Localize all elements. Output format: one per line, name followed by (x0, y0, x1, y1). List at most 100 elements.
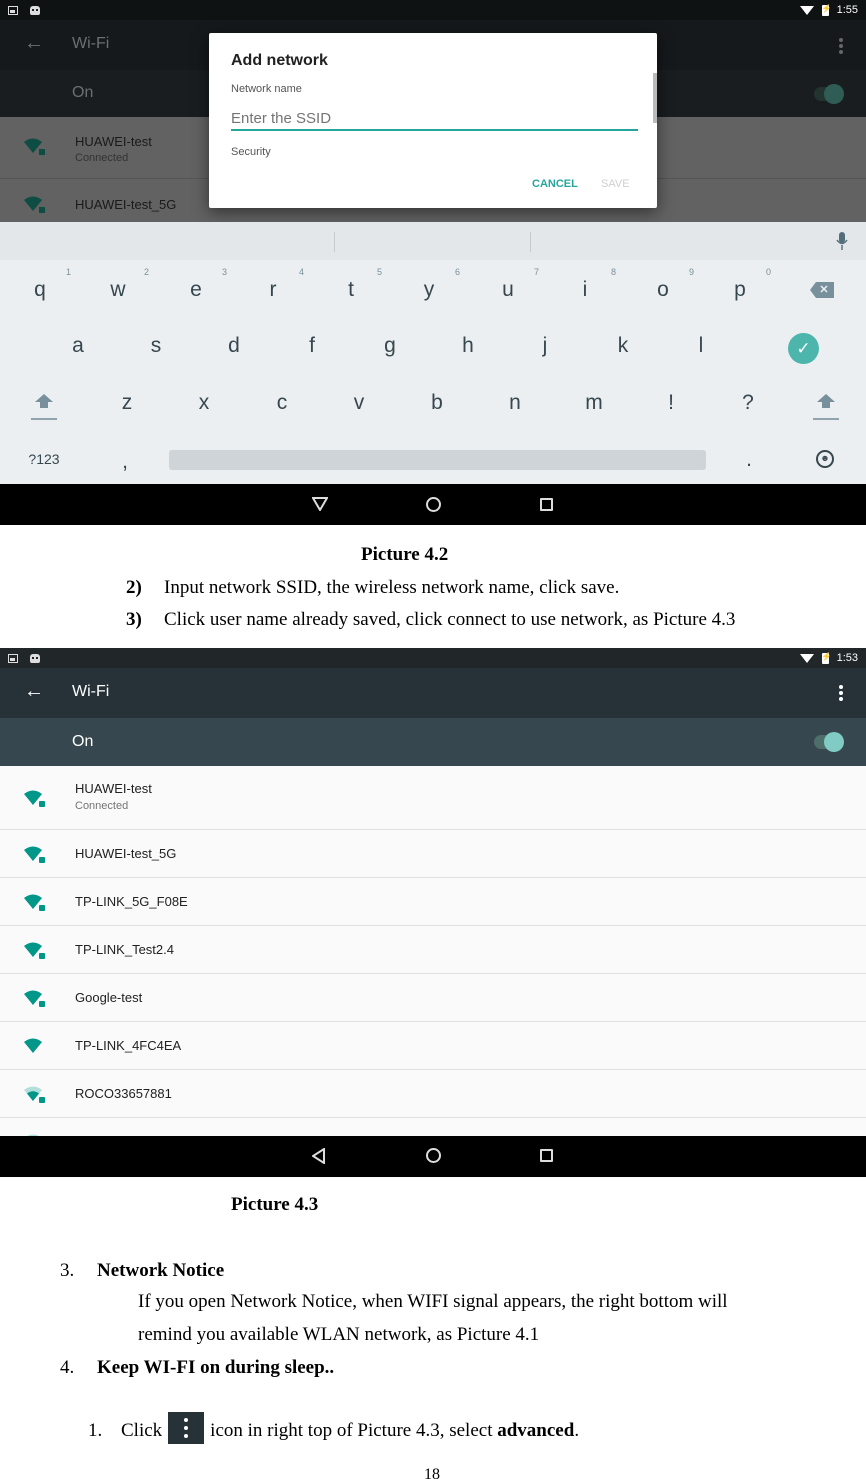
more-vert-icon[interactable] (838, 685, 844, 701)
comma-key[interactable]: , (105, 450, 145, 474)
more-vert-icon (168, 1412, 205, 1444)
section-4-heading: 4. Keep WI-FI on during sleep.. (60, 1357, 334, 1379)
app-bar-title: Wi-Fi (72, 683, 110, 700)
more-vert-icon[interactable] (838, 38, 844, 54)
wifi-lock-icon (24, 790, 45, 807)
enter-key[interactable]: ✓ (788, 333, 819, 364)
network-item[interactable]: TP-LINK_Test2.4 (0, 926, 866, 974)
key-m[interactable]: m (574, 391, 614, 415)
back-nav-icon[interactable] (312, 497, 328, 511)
wifi-on-label: On (72, 733, 94, 750)
battery-charging-icon (821, 4, 832, 16)
soft-keyboard: q1 w2 e3 r4 t5 y6 u7 i8 o9 p0 a s d f g h j k l z x c v b n m!?… (0, 222, 866, 484)
image-icon (8, 653, 18, 663)
wifi-on-label: On (72, 84, 94, 101)
key-h[interactable]: h (448, 334, 488, 358)
step-2: 2) Input network SSID, the wireless netw… (126, 577, 619, 599)
network-item[interactable]: ROCO33657881 (0, 1070, 866, 1118)
network-name: HUAWEI-test_5G (75, 846, 177, 861)
screenshot-picture-4-2: 1:55 ← Wi-Fi On HUAWEI-test Connected HU… (0, 0, 866, 525)
android-icon (30, 5, 40, 15)
key-x[interactable]: x (184, 391, 224, 415)
home-nav-icon[interactable] (426, 497, 441, 512)
key-question[interactable]: ? (728, 391, 768, 415)
wifi-toggle[interactable] (814, 732, 844, 752)
step-text-end: . (574, 1420, 580, 1441)
shift-key-right[interactable] (813, 392, 839, 422)
key-e[interactable]: e (176, 278, 216, 302)
key-z[interactable]: z (107, 391, 147, 415)
wifi-toggle[interactable] (814, 84, 844, 104)
space-bar[interactable] (169, 450, 706, 470)
network-item[interactable]: TP-LINK_4FC4EA (0, 1022, 866, 1070)
caption-picture-4-3: Picture 4.3 (231, 1194, 319, 1215)
home-nav-icon[interactable] (426, 1148, 441, 1163)
key-j[interactable]: j (525, 334, 565, 358)
dialog-scrollbar[interactable] (653, 73, 657, 123)
emoji-key[interactable]: ☻ (816, 450, 834, 468)
recents-nav-icon[interactable] (540, 1149, 553, 1162)
network-item[interactable]: Google-test (0, 974, 866, 1022)
key-hint: 9 (689, 267, 695, 277)
key-exclamation[interactable]: ! (651, 391, 691, 415)
section-number: 3. (60, 1260, 75, 1281)
back-nav-icon[interactable] (312, 1148, 326, 1164)
cancel-button[interactable]: CANCEL (532, 178, 578, 190)
key-c[interactable]: c (262, 391, 302, 415)
section-number: 4. (60, 1357, 75, 1378)
status-bar: 1:55 (0, 0, 866, 20)
network-item[interactable]: TP-LINK_5G_F08E (0, 878, 866, 926)
key-hint: 4 (299, 267, 305, 277)
back-arrow-icon[interactable]: ← (24, 680, 44, 703)
app-bar: ← Wi-Fi (0, 668, 866, 718)
save-button[interactable]: SAVE (601, 178, 630, 190)
network-name: HUAWEI-test_5G (75, 197, 177, 212)
microphone-icon[interactable] (836, 232, 848, 250)
network-name: TP-LINK_Test2.4 (75, 942, 174, 957)
network-name: TP-LINK_4FC4EA (75, 1038, 182, 1053)
section-4-step-1: 1. Click icon in right top of Picture 4.3… (88, 1412, 579, 1444)
key-u[interactable]: u (488, 278, 528, 302)
key-d[interactable]: d (214, 334, 254, 358)
key-hint: 7 (534, 267, 540, 277)
add-network-dialog: Add network Network name Security CANCEL… (209, 33, 657, 208)
wifi-lock-icon (24, 846, 45, 863)
key-q[interactable]: q (20, 278, 60, 302)
key-b[interactable]: b (417, 391, 457, 415)
step-text-pre: Click (121, 1420, 163, 1441)
back-arrow-icon[interactable]: ← (24, 32, 44, 55)
key-l[interactable]: l (681, 334, 721, 358)
network-item[interactable]: HUAWEI-test_5G (0, 830, 866, 878)
network-name: HUAWEI-test (75, 781, 152, 796)
key-a[interactable]: a (58, 334, 98, 358)
key-v[interactable]: v (339, 391, 379, 415)
key-hint: 3 (222, 267, 228, 277)
key-g[interactable]: g (370, 334, 410, 358)
network-item[interactable]: HUAWEI-test Connected (0, 766, 866, 830)
period-key[interactable]: . (729, 448, 769, 472)
shift-key-left[interactable] (31, 392, 57, 422)
key-w[interactable]: w (98, 278, 138, 302)
key-r[interactable]: r (253, 278, 293, 302)
nav-bar (0, 1136, 866, 1177)
key-hint: 6 (455, 267, 461, 277)
network-name: TP-LINK_5G_F08E (75, 894, 188, 909)
key-y[interactable]: y (409, 278, 449, 302)
key-i[interactable]: i (565, 278, 605, 302)
key-t[interactable]: t (331, 278, 371, 302)
wifi-lock-icon (24, 894, 45, 911)
wifi-lock-icon (24, 1086, 45, 1103)
key-p[interactable]: p (720, 278, 760, 302)
key-f[interactable]: f (292, 334, 332, 358)
symbols-key[interactable]: ?123 (24, 451, 64, 467)
key-s[interactable]: s (136, 334, 176, 358)
key-o[interactable]: o (643, 278, 683, 302)
network-name-label: Network name (231, 83, 302, 95)
backspace-key[interactable]: ✕ (810, 282, 834, 298)
ssid-input[interactable] (231, 107, 638, 131)
key-hint: 0 (766, 267, 772, 277)
key-k[interactable]: k (603, 334, 643, 358)
wifi-lock-icon (24, 196, 45, 213)
key-n[interactable]: n (495, 391, 535, 415)
recents-nav-icon[interactable] (540, 498, 553, 511)
